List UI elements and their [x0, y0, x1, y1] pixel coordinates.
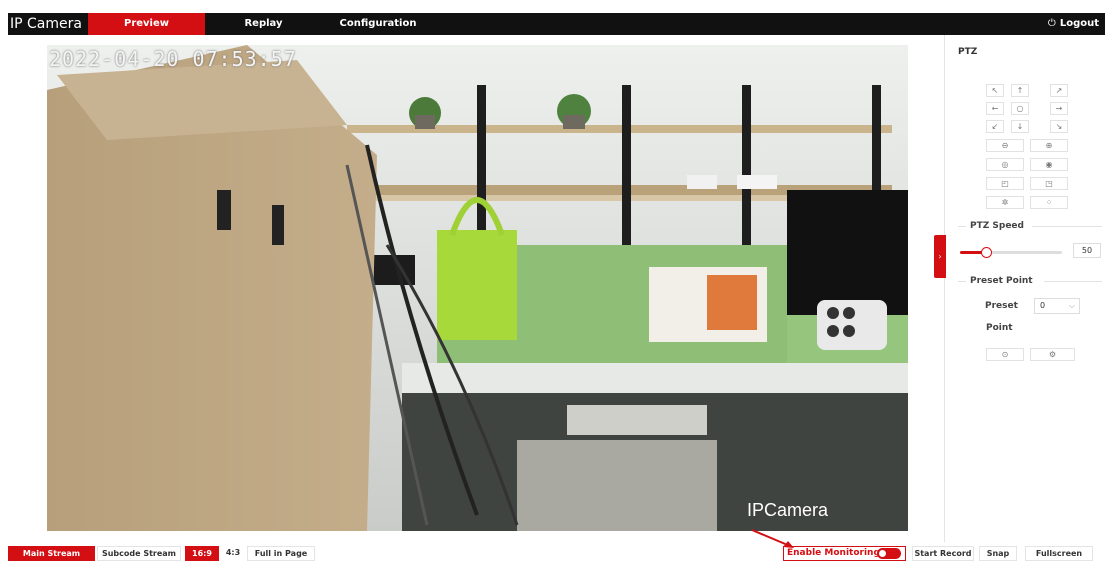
power-icon: ⏻ — [1047, 18, 1056, 29]
collapse-panel-button[interactable]: › — [934, 235, 946, 278]
ptz-speed-label: PTZ Speed — [970, 221, 1024, 231]
preset-select-value: 0 — [1040, 301, 1046, 310]
divider — [1032, 226, 1102, 227]
ratio-16-9-button[interactable]: 16:9 — [185, 546, 219, 561]
focus-near-icon[interactable]: ◎ — [986, 158, 1024, 171]
zoom-out-icon[interactable]: ⊖ — [986, 139, 1024, 152]
divider — [958, 281, 966, 282]
pan-up-right-icon[interactable]: ↗ — [1050, 84, 1068, 97]
divider — [958, 226, 966, 227]
focus-far-icon[interactable]: ◉ — [1030, 158, 1068, 171]
auto-focus-icon[interactable]: ⁘ — [1030, 196, 1068, 209]
pan-left-icon[interactable]: ← — [986, 102, 1004, 115]
fullscreen-button[interactable]: Fullscreen — [1025, 546, 1093, 561]
divider — [1044, 281, 1102, 282]
camera-feed-image — [47, 45, 908, 531]
pan-down-icon[interactable]: ↓ — [1011, 120, 1029, 133]
call-preset-icon[interactable]: ⊙ — [986, 348, 1024, 361]
app-brand: IP Camera — [10, 16, 82, 32]
osd-camera-name: IPCamera — [746, 500, 828, 520]
pan-down-right-icon[interactable]: ↘ — [1050, 120, 1068, 133]
iris-open-icon[interactable]: ◳ — [1030, 177, 1068, 190]
preset-section-label: Preset Point — [970, 276, 1033, 286]
preset-settings-icon[interactable]: ⚙ — [1030, 348, 1075, 361]
snap-button[interactable]: Snap — [979, 546, 1017, 561]
pan-up-left-icon[interactable]: ↖ — [986, 84, 1004, 97]
logout-button[interactable]: ⏻ Logout — [1048, 13, 1099, 35]
panel-divider — [944, 35, 945, 542]
preset-select[interactable]: 0 ⌵ — [1034, 298, 1080, 314]
preset-label-line2: Point — [986, 323, 1013, 333]
ptz-speed-value[interactable]: 50 — [1073, 243, 1101, 258]
enable-monitoring-label: Enable Monitoring — [787, 548, 880, 558]
chevron-down-icon: ⌵ — [1068, 301, 1075, 310]
live-video-view[interactable]: 2022-04-20 07:53:57 IPCamera — [47, 45, 908, 531]
pan-up-icon[interactable]: ↑ — [1011, 84, 1029, 97]
ptz-speed-slider[interactable] — [960, 247, 1062, 258]
main-stream-button[interactable]: Main Stream — [8, 546, 95, 561]
ptz-center-icon[interactable]: ○ — [1011, 102, 1029, 115]
osd-timestamp: 2022-04-20 07:53:57 — [49, 47, 297, 71]
tab-preview[interactable]: Preview — [88, 13, 205, 35]
iris-close-icon[interactable]: ◰ — [986, 177, 1024, 190]
enable-monitoring-toggle[interactable] — [877, 548, 901, 559]
light-icon[interactable]: ✲ — [986, 196, 1024, 209]
zoom-in-icon[interactable]: ⊕ — [1030, 139, 1068, 152]
preset-label: Preset — [985, 301, 1018, 311]
pan-down-left-icon[interactable]: ↙ — [986, 120, 1004, 133]
ptz-panel-title: PTZ — [958, 47, 978, 57]
tab-replay[interactable]: Replay — [205, 13, 322, 35]
logout-label: Logout — [1059, 18, 1099, 29]
slider-handle[interactable] — [980, 247, 992, 258]
full-in-page-button[interactable]: Full in Page — [247, 546, 315, 561]
pan-right-icon[interactable]: → — [1050, 102, 1068, 115]
subcode-stream-button[interactable]: Subcode Stream — [97, 546, 181, 561]
tab-configuration[interactable]: Configuration — [322, 13, 434, 35]
toggle-knob — [879, 550, 886, 557]
ratio-4-3-button[interactable]: 4:3 — [222, 546, 244, 561]
start-record-button[interactable]: Start Record — [912, 546, 974, 561]
